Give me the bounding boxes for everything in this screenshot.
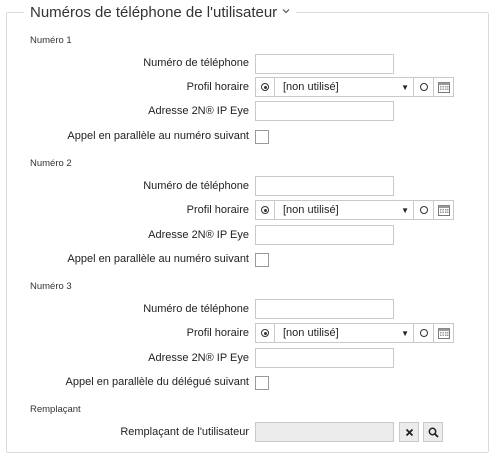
search-icon <box>428 427 439 438</box>
parallel-call-label: Appel en parallèle au numéro suivant <box>67 130 249 142</box>
phone-number-input-2[interactable] <box>255 176 394 196</box>
time-profile-label: Profil horaire <box>186 204 249 216</box>
section-label-number-2: Numéro 2 <box>30 158 72 169</box>
substitute-input[interactable] <box>255 422 394 442</box>
ip-eye-input-1[interactable] <box>255 101 394 121</box>
ip-eye-input-2[interactable] <box>255 225 394 245</box>
panel-title[interactable]: Numéros de téléphone de l'utilisateur <box>24 4 297 21</box>
phone-number-input-1[interactable] <box>255 54 394 74</box>
radio-selected-icon <box>261 206 269 214</box>
time-profile-label: Profil horaire <box>186 327 249 339</box>
ip-eye-label: Adresse 2N® IP Eye <box>148 105 249 117</box>
parallel-call-checkbox-1[interactable] <box>255 130 269 144</box>
time-profile-value: [non utilisé] <box>283 327 339 339</box>
panel-title-text: Numéros de téléphone de l'utilisateur <box>30 4 278 21</box>
time-profile-label: Profil horaire <box>186 81 249 93</box>
time-profile-select-1[interactable]: [non utilisé] ▼ <box>275 77 414 97</box>
time-profile-calendar-radio[interactable] <box>414 77 434 97</box>
ip-eye-label: Adresse 2N® IP Eye <box>148 229 249 241</box>
calendar-icon[interactable] <box>434 323 454 343</box>
time-profile-group-1: [non utilisé] ▼ <box>255 77 454 97</box>
time-profile-select-radio[interactable] <box>255 200 275 220</box>
time-profile-value: [non utilisé] <box>283 204 339 216</box>
parallel-call-label: Appel en parallèle au numéro suivant <box>67 253 249 265</box>
search-substitute-button[interactable] <box>423 422 443 442</box>
section-label-number-1: Numéro 1 <box>30 35 72 46</box>
radio-selected-icon <box>261 329 269 337</box>
parallel-call-checkbox-3[interactable] <box>255 376 269 390</box>
calendar-icon[interactable] <box>434 77 454 97</box>
dropdown-caret-icon: ▼ <box>401 328 409 338</box>
phone-number-label: Numéro de téléphone <box>143 57 249 69</box>
clear-substitute-button[interactable] <box>399 422 419 442</box>
calendar-icon[interactable] <box>434 200 454 220</box>
parallel-call-checkbox-2[interactable] <box>255 253 269 267</box>
time-profile-select-3[interactable]: [non utilisé] ▼ <box>275 323 414 343</box>
time-profile-value: [non utilisé] <box>283 81 339 93</box>
ip-eye-input-3[interactable] <box>255 348 394 368</box>
dropdown-caret-icon: ▼ <box>401 205 409 215</box>
ip-eye-label: Adresse 2N® IP Eye <box>148 352 249 364</box>
phone-number-label: Numéro de téléphone <box>143 303 249 315</box>
substitute-label: Remplaçant de l'utilisateur <box>120 426 249 438</box>
dropdown-caret-icon: ▼ <box>401 82 409 92</box>
radio-unselected-icon <box>419 83 428 91</box>
time-profile-select-2[interactable]: [non utilisé] ▼ <box>275 200 414 220</box>
close-icon <box>405 428 413 436</box>
time-profile-group-2: [non utilisé] ▼ <box>255 200 454 220</box>
phone-number-label: Numéro de téléphone <box>143 180 249 192</box>
time-profile-calendar-radio[interactable] <box>414 323 434 343</box>
radio-selected-icon <box>261 83 269 91</box>
time-profile-select-radio[interactable] <box>255 323 275 343</box>
phone-number-input-3[interactable] <box>255 299 394 319</box>
time-profile-calendar-radio[interactable] <box>414 200 434 220</box>
radio-unselected-icon <box>419 329 428 337</box>
chevron-down-icon[interactable] <box>282 6 290 17</box>
radio-unselected-icon <box>419 206 428 214</box>
section-label-number-3: Numéro 3 <box>30 281 72 292</box>
time-profile-group-3: [non utilisé] ▼ <box>255 323 454 343</box>
parallel-call-label: Appel en parallèle du délégué suivant <box>65 376 249 388</box>
section-label-substitute: Remplaçant <box>30 404 81 415</box>
time-profile-select-radio[interactable] <box>255 77 275 97</box>
